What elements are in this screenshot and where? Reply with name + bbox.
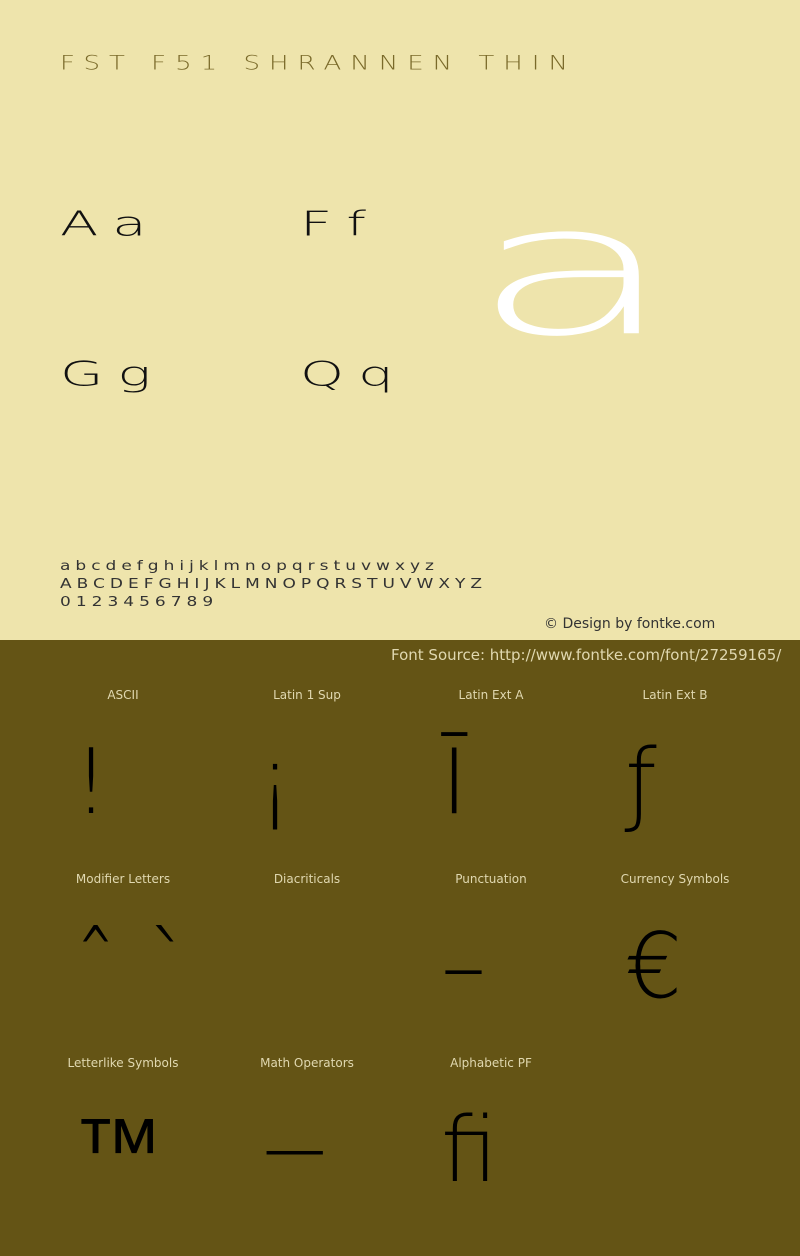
sample-aa: Aa <box>60 205 161 244</box>
category-label: Letterlike Symbols <box>67 1056 179 1070</box>
sample-ff: Ff <box>300 205 380 244</box>
category-label: Alphabetic PF <box>450 1056 532 1070</box>
category-glyph: ˆ ˋ <box>73 914 192 1019</box>
glyph-panel: Font Source: http://www.fontke.com/font/… <box>0 640 800 1256</box>
category-label: Latin 1 Sup <box>273 688 341 702</box>
category-glyph: – <box>441 914 486 1019</box>
alphabet-digits: 0123456789 <box>60 594 219 610</box>
category-label: Math Operators <box>260 1056 354 1070</box>
font-title: FST F51 SHRANNEN THIN <box>60 52 577 75</box>
category-label: Latin Ext A <box>458 688 524 702</box>
category-glyph: ™ <box>73 1098 163 1203</box>
preview-panel: FST F51 SHRANNEN THIN Aa Ff Gg Qq a abcd… <box>0 0 800 640</box>
category-glyph: − <box>257 1098 333 1203</box>
category-label: Latin Ext B <box>642 688 708 702</box>
category-glyph: ! <box>73 730 110 835</box>
category-label: Diacriticals <box>273 872 341 886</box>
category-label: ASCII <box>107 688 139 702</box>
alphabet-upper: ABCDEFGHIJKLMNOPQRSTUVWXYZ <box>60 576 488 592</box>
category-glyph: € <box>625 914 683 1019</box>
alphabet-lower: abcdefghijklmnopqrstuvwxyz <box>60 558 439 574</box>
category-glyph: ¡ <box>257 730 294 835</box>
category-label: Currency Symbols <box>620 872 730 886</box>
category-glyph: ƒ <box>625 730 657 835</box>
category-label: Punctuation <box>455 872 527 886</box>
category-label: Modifier Letters <box>75 872 171 886</box>
font-source-link[interactable]: Font Source: http://www.fontke.com/font/… <box>391 646 781 664</box>
category-glyph: ﬁ <box>441 1098 498 1203</box>
credit: © Design by fontke.com <box>544 616 716 632</box>
big-glyph: a <box>470 165 678 377</box>
sample-qq: Qq <box>300 355 408 394</box>
sample-gg: Gg <box>60 355 165 394</box>
category-glyph: Ī <box>441 730 468 835</box>
